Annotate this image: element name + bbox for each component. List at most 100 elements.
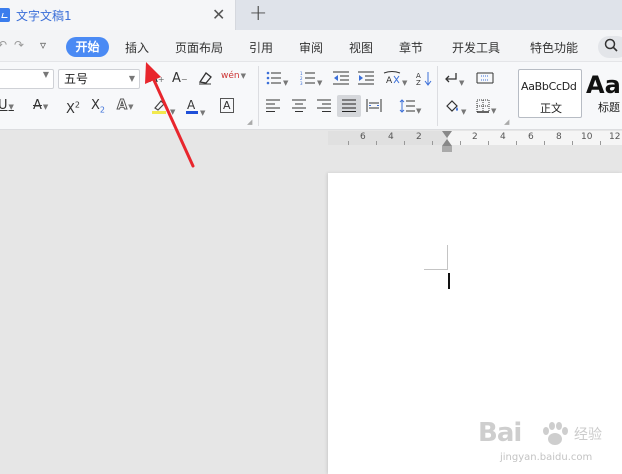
chinese-layout-button[interactable]: A ▼: [383, 71, 407, 91]
svg-text:A: A: [187, 98, 196, 112]
superscript-icon: X2: [66, 101, 80, 118]
ruler-label: 12: [609, 132, 621, 142]
quick-access-more-icon[interactable]: ▿: [40, 38, 46, 52]
grow-font-button[interactable]: A+: [149, 71, 165, 88]
ruler-label: 2: [472, 132, 478, 142]
tab-review[interactable]: 审阅: [299, 39, 323, 56]
chevron-down-icon: ▼: [42, 70, 49, 79]
close-tab-icon[interactable]: ✕: [212, 5, 225, 25]
distributed-align-button[interactable]: [366, 99, 382, 117]
search-icon: [604, 37, 618, 57]
strikethrough-button[interactable]: A▼: [33, 98, 48, 115]
tab-special-features[interactable]: 特色功能: [530, 39, 578, 56]
align-right-icon: [317, 99, 331, 112]
superscript-button[interactable]: X2: [66, 98, 80, 118]
ruler-tick: [600, 141, 601, 145]
bullet-list-icon: [266, 71, 281, 85]
search-button[interactable]: [598, 36, 622, 58]
ruler-label: 8: [556, 132, 562, 142]
show-hide-marks-button[interactable]: ▼: [444, 71, 464, 91]
grow-font-icon: A: [149, 71, 158, 86]
paragraph-dialog-launcher-icon[interactable]: ◢: [504, 118, 509, 126]
numbered-list-button[interactable]: 1 2 3 ▼: [300, 71, 322, 91]
paint-bucket-icon: [446, 100, 458, 112]
document-tab[interactable]: 文字文稿1 ✕: [0, 0, 236, 30]
svg-text:A: A: [386, 76, 393, 85]
shading-button[interactable]: ▼: [444, 99, 466, 120]
align-center-button[interactable]: [292, 99, 306, 117]
style-heading[interactable]: AaI 标题: [584, 69, 622, 118]
increase-indent-button[interactable]: [358, 71, 374, 90]
sort-button[interactable]: AZ: [416, 71, 432, 91]
shrink-font-button[interactable]: A−: [172, 71, 188, 88]
paw-logo-icon: [543, 422, 568, 445]
subscript-button[interactable]: X2: [91, 98, 105, 119]
tab-insert[interactable]: 插入: [125, 39, 149, 56]
font-size-select[interactable]: 五号 ▼: [58, 69, 140, 89]
clear-format-button[interactable]: [197, 71, 213, 90]
ruler-tick: [544, 141, 545, 145]
justify-icon: [342, 99, 356, 112]
style-heading-sample: AaI: [586, 71, 622, 99]
eraser-icon: [198, 72, 212, 85]
watermark-url: jingyan.baidu.com: [500, 452, 593, 463]
chinese-layout-icon: A: [383, 71, 401, 86]
font-name-select[interactable]: ▼: [0, 69, 54, 89]
character-border-icon: A: [220, 98, 234, 113]
font-size-value: 五号: [64, 72, 89, 86]
sort-icon: AZ: [416, 72, 432, 87]
line-spacing-icon: [399, 99, 415, 113]
highlighter-icon: [152, 100, 166, 114]
justify-button[interactable]: [337, 95, 361, 117]
subscript-icon: X2: [91, 98, 105, 115]
writer-document-icon: [0, 8, 10, 22]
align-right-button[interactable]: [317, 99, 331, 117]
character-border-button[interactable]: A: [220, 98, 234, 114]
shrink-font-icon: A: [172, 71, 181, 86]
decrease-indent-button[interactable]: [333, 71, 349, 90]
font-dialog-launcher-icon[interactable]: ◢: [247, 118, 252, 126]
pinyin-guide-button[interactable]: wén▼: [221, 68, 246, 84]
chevron-down-icon: ▼: [128, 74, 135, 83]
new-tab-button[interactable]: +: [249, 2, 267, 26]
ruler-tick: [572, 141, 573, 145]
ruler-label: 4: [388, 132, 394, 142]
tab-page-layout[interactable]: 页面布局: [175, 39, 223, 56]
tab-home[interactable]: 开始: [66, 37, 109, 57]
numbered-list-icon: 123: [300, 71, 315, 86]
home-ribbon: ▼ 五号 ▼ A+ A− wén▼ U▼ A▼ X2 X2 A▼ ▼ A ▼ A …: [0, 62, 622, 130]
align-left-button[interactable]: [266, 99, 280, 117]
tab-references[interactable]: 引用: [249, 39, 273, 56]
line-spacing-button[interactable]: ▼: [399, 99, 421, 119]
bullet-list-button[interactable]: ▼: [266, 71, 288, 91]
watermark-brand-suffix: 经验: [574, 427, 602, 443]
ruler-tick: [432, 141, 433, 145]
menu-bar: ↶ ↷ ▿ 开始 插入 页面布局 引用 审阅 视图 章节 开发工具 特色功能: [0, 30, 622, 62]
ruler-label: 4: [500, 132, 506, 142]
ruler-tick: [376, 141, 377, 145]
distributed-align-icon: [366, 99, 382, 112]
tab-bar: 文字文稿1 ✕ +: [0, 0, 622, 30]
tab-view[interactable]: 视图: [349, 39, 373, 56]
tab-chapter[interactable]: 章节: [399, 39, 423, 56]
tab-developer-tools[interactable]: 开发工具: [452, 39, 500, 56]
font-color-button[interactable]: A ▼: [185, 98, 205, 121]
horizontal-ruler[interactable]: 6 4 2 2 4 6 8 10 12: [328, 131, 622, 145]
indent-marker-handle[interactable]: [442, 131, 452, 153]
increase-indent-icon: [358, 71, 374, 85]
align-left-icon: [266, 99, 280, 112]
ruler-label: 10: [581, 132, 593, 142]
style-normal[interactable]: AaBbCcDd 正文: [518, 69, 582, 118]
table-grid-button[interactable]: [476, 71, 494, 90]
ruler-label: 6: [360, 132, 366, 142]
ruler-tick: [516, 141, 517, 145]
redo-icon[interactable]: ↷: [14, 38, 24, 52]
text-effect-button[interactable]: A▼: [116, 98, 133, 115]
ruler-label: 6: [528, 132, 534, 142]
hanging-indent-icon: [442, 139, 452, 146]
highlight-button[interactable]: ▼: [151, 98, 175, 120]
underline-button[interactable]: U▼: [0, 98, 14, 115]
strikethrough-icon: A: [33, 98, 42, 113]
undo-icon[interactable]: ↶: [0, 38, 7, 52]
borders-button[interactable]: ▼: [476, 99, 496, 119]
